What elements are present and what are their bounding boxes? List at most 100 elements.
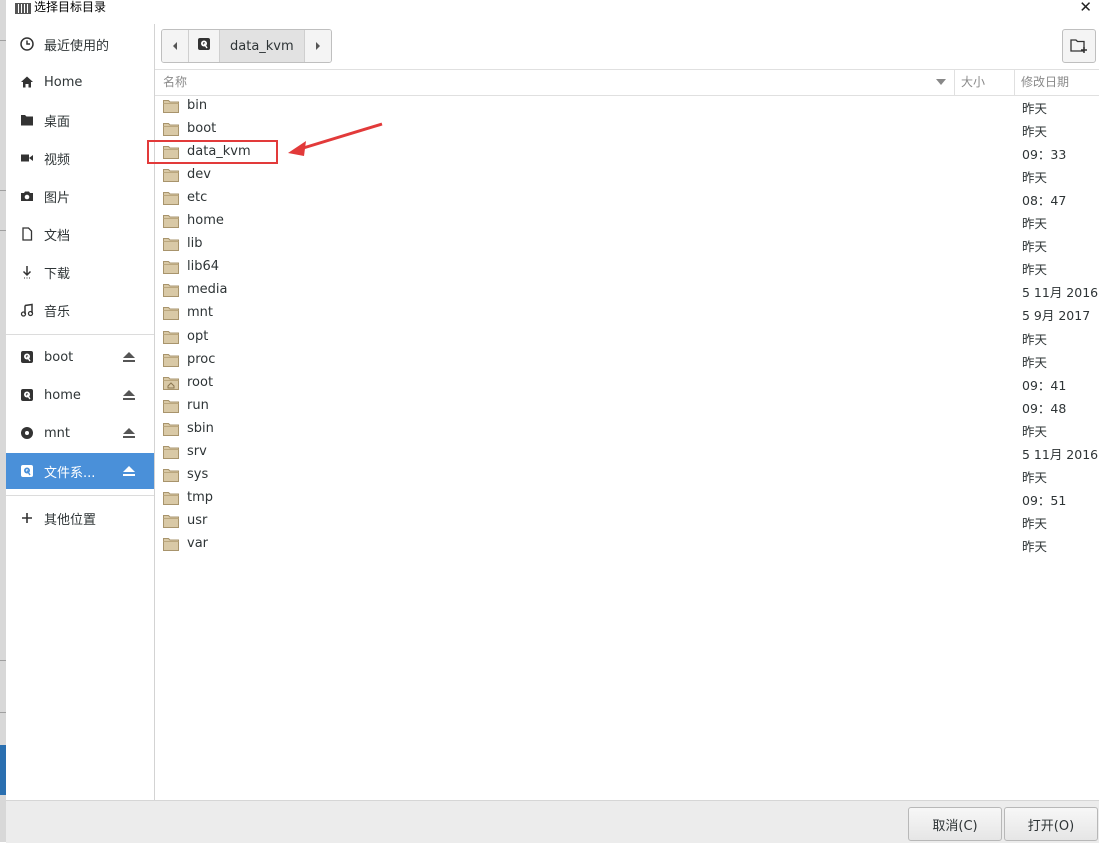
video-icon <box>20 151 34 165</box>
desktop-folder-icon <box>20 113 34 127</box>
file-row[interactable]: etc 08：47 <box>155 187 1099 210</box>
file-modified: 08：47 <box>1022 193 1067 208</box>
file-row[interactable]: var 昨天 <box>155 533 1099 556</box>
new-folder-button[interactable] <box>1062 29 1096 63</box>
sort-descending-icon[interactable] <box>936 79 946 85</box>
file-row[interactable]: tmp 09：51 <box>155 487 1099 510</box>
file-name: usr <box>187 513 208 528</box>
sidebar-item-label: boot <box>44 349 74 365</box>
music-icon <box>20 303 34 317</box>
home-folder-icon <box>163 376 179 390</box>
file-name: run <box>187 398 209 413</box>
file-name: opt <box>187 329 209 344</box>
open-button[interactable]: 打开(O) <box>1004 807 1098 841</box>
file-row[interactable]: bin 昨天 <box>155 95 1099 118</box>
new-folder-icon <box>1070 39 1087 53</box>
file-name: mnt <box>187 305 213 320</box>
path-root-button[interactable] <box>188 30 219 62</box>
file-modified: 昨天 <box>1022 470 1048 485</box>
file-row[interactable]: opt 昨天 <box>155 326 1099 349</box>
file-row[interactable]: run 09：48 <box>155 395 1099 418</box>
plus-icon <box>20 511 34 525</box>
column-header-modified[interactable]: 修改日期 <box>1021 70 1099 95</box>
sidebar-item-other-locations[interactable]: 其他位置 <box>6 500 154 536</box>
column-divider[interactable] <box>954 70 955 95</box>
eject-icon[interactable] <box>122 465 136 477</box>
sidebar-item-downloads[interactable]: 下载 <box>6 254 154 290</box>
file-row[interactable]: usr 昨天 <box>155 510 1099 533</box>
home-icon <box>20 75 34 89</box>
sidebar-item-recent[interactable]: 最近使用的 <box>6 26 154 62</box>
window-title: 选择目标目录 <box>34 0 107 14</box>
folder-icon <box>163 491 179 505</box>
sidebar-item-label: mnt <box>44 425 70 441</box>
sidebar-item-label: 图片 <box>44 190 71 206</box>
file-modified: 昨天 <box>1022 539 1048 554</box>
file-row[interactable]: root 09：41 <box>155 372 1099 395</box>
sidebar-item-label: 桌面 <box>44 114 71 130</box>
cancel-button[interactable]: 取消(C) <box>908 807 1002 841</box>
file-modified: 昨天 <box>1022 355 1048 370</box>
column-divider[interactable] <box>1014 70 1015 95</box>
sidebar-item-boot[interactable]: boot <box>6 339 154 375</box>
sidebar: 最近使用的 Home 桌面 视频 图片 文档 下载 音乐 boot home m… <box>6 24 155 800</box>
sidebar-item-pictures[interactable]: 图片 <box>6 178 154 214</box>
clock-icon <box>20 37 34 51</box>
sidebar-item-mnt[interactable]: mnt <box>6 415 154 451</box>
file-modified: 昨天 <box>1022 424 1048 439</box>
file-row[interactable]: srv 5 11月 2016 <box>155 441 1099 464</box>
drive-icon <box>20 350 34 364</box>
file-row[interactable]: lib 昨天 <box>155 233 1099 256</box>
file-name: etc <box>187 190 208 205</box>
eject-icon[interactable] <box>122 351 136 363</box>
drive-icon <box>197 37 211 55</box>
file-row[interactable]: sys 昨天 <box>155 464 1099 487</box>
file-name: lib64 <box>187 259 220 274</box>
eject-icon[interactable] <box>122 389 136 401</box>
file-row[interactable]: home 昨天 <box>155 210 1099 233</box>
file-row[interactable]: mnt 5 9月 2017 <box>155 302 1099 325</box>
file-name: tmp <box>187 490 214 505</box>
folder-icon <box>163 260 179 274</box>
folder-icon <box>163 422 179 436</box>
sidebar-item-home[interactable]: Home <box>6 64 154 100</box>
sidebar-item-videos[interactable]: 视频 <box>6 140 154 176</box>
sidebar-item-music[interactable]: 音乐 <box>6 292 154 328</box>
file-row[interactable]: sbin 昨天 <box>155 418 1099 441</box>
path-back-button[interactable] <box>162 30 188 62</box>
path-crumb-button[interactable]: data_kvm <box>219 30 304 62</box>
file-name: proc <box>187 352 216 367</box>
file-row[interactable]: dev 昨天 <box>155 164 1099 187</box>
file-row[interactable]: proc 昨天 <box>155 349 1099 372</box>
sidebar-item-desktop[interactable]: 桌面 <box>6 102 154 138</box>
sidebar-item-label: 文档 <box>44 228 71 244</box>
folder-icon <box>163 306 179 320</box>
file-modified: 09：51 <box>1022 493 1067 508</box>
eject-icon[interactable] <box>122 427 136 439</box>
dialog-footer: 取消(C) 打开(O) <box>6 800 1099 843</box>
path-bar: data_kvm <box>161 29 332 63</box>
sidebar-divider <box>6 334 154 335</box>
path-forward-button[interactable] <box>304 30 331 62</box>
sidebar-item-label: 视频 <box>44 152 71 168</box>
file-row[interactable]: media 5 11月 2016 <box>155 279 1099 302</box>
folder-icon <box>163 537 179 551</box>
sidebar-item-home-drive[interactable]: home <box>6 377 154 413</box>
folder-icon <box>163 330 179 344</box>
column-header-size[interactable]: 大小 <box>961 70 1011 95</box>
app-icon <box>15 3 31 14</box>
sidebar-item-label: 最近使用的 <box>44 38 110 54</box>
camera-icon <box>20 189 34 203</box>
file-row[interactable]: lib64 昨天 <box>155 256 1099 279</box>
sidebar-item-label: 音乐 <box>44 304 71 320</box>
sidebar-item-label: home <box>44 387 81 403</box>
sidebar-item-documents[interactable]: 文档 <box>6 216 154 252</box>
folder-icon <box>163 468 179 482</box>
sidebar-item-filesystem[interactable]: 文件系... <box>6 453 154 489</box>
close-icon[interactable]: ✕ <box>1079 0 1092 16</box>
column-header-name[interactable]: 名称 <box>163 70 953 95</box>
file-modified: 昨天 <box>1022 124 1048 139</box>
file-modified: 昨天 <box>1022 239 1048 254</box>
title-bar: 选择目标目录 ✕ <box>6 0 1099 16</box>
folder-icon <box>163 122 179 136</box>
